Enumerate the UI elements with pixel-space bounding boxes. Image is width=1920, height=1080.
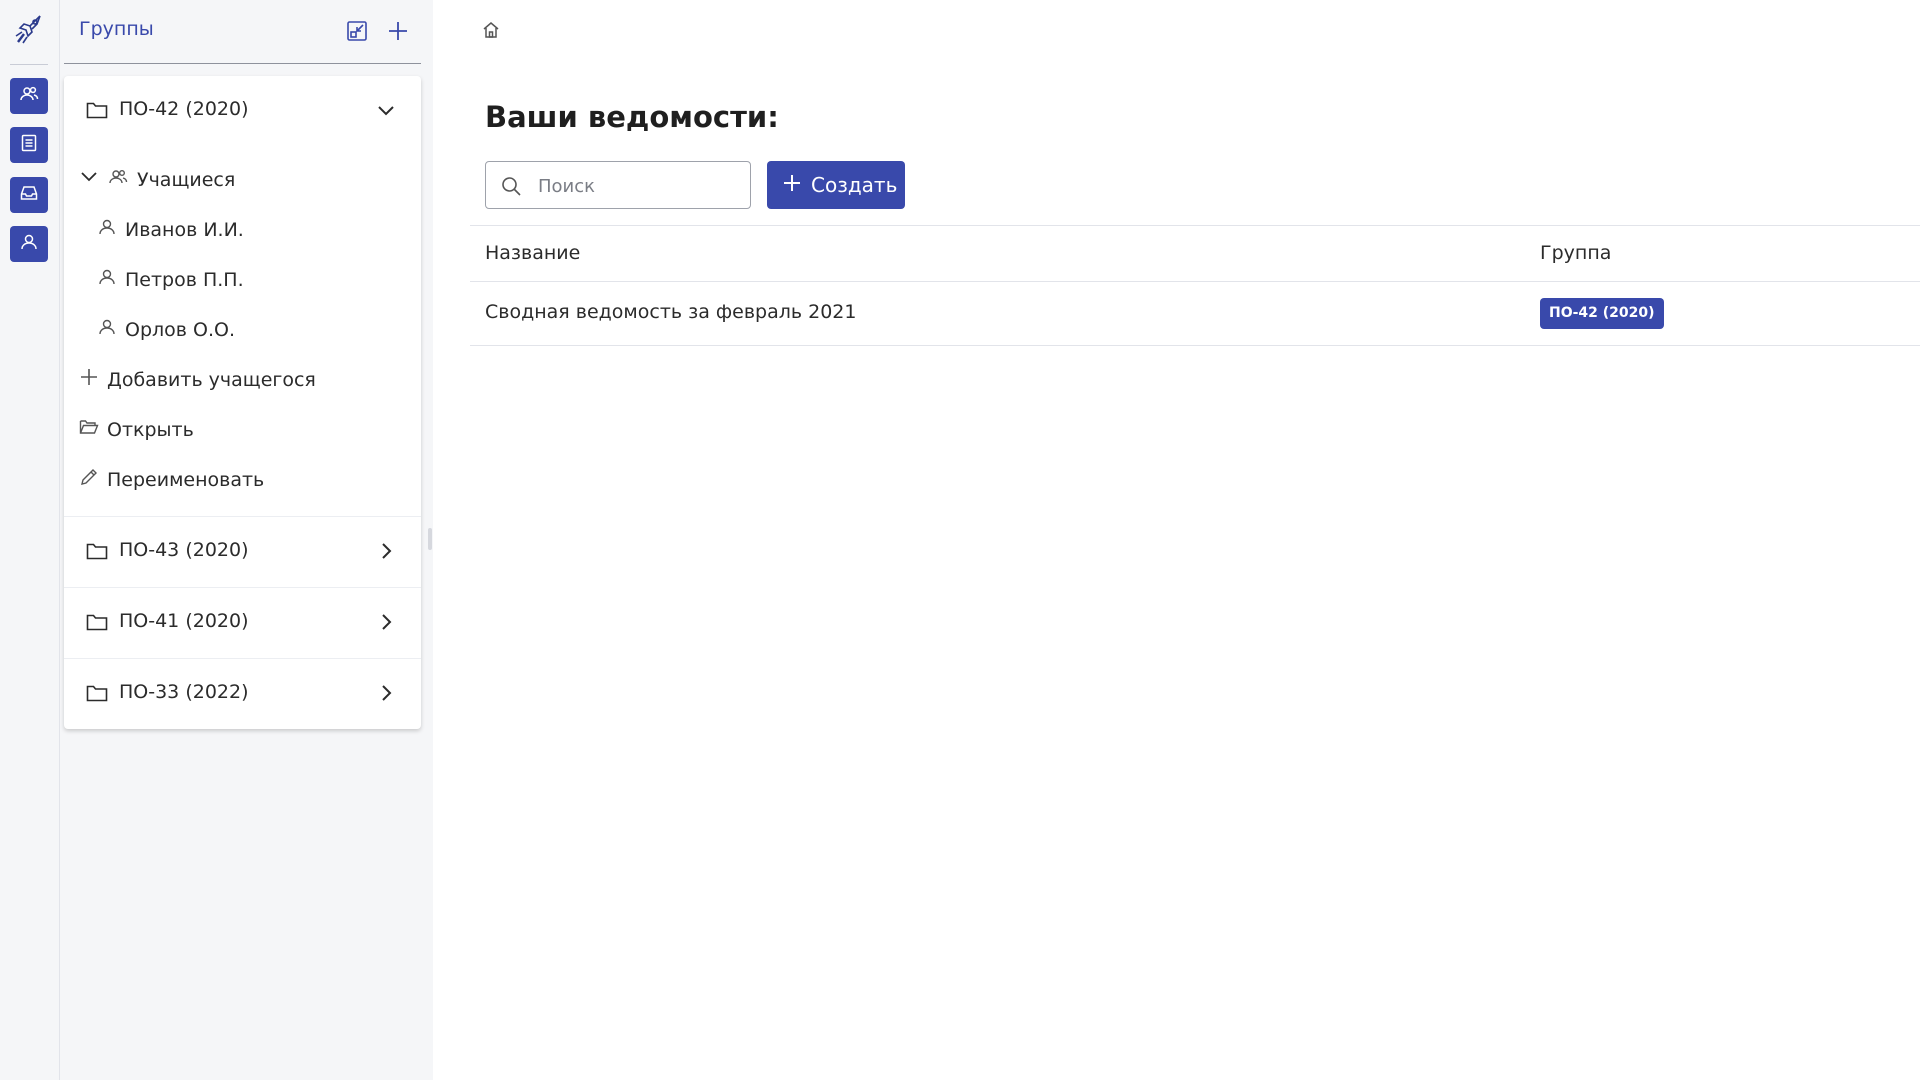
student-name: Петров П.П.: [125, 268, 244, 291]
folder-open-icon: [79, 417, 107, 442]
create-label: Создать: [811, 173, 898, 197]
folder-icon: [86, 100, 108, 124]
main-content: Ваши ведомости: Создать Название Группа …: [433, 0, 1920, 1080]
groups-panel-title: Группы: [79, 18, 154, 40]
rail-separator: [10, 64, 48, 65]
table-header: Название Группа: [470, 225, 1920, 282]
sheet-name-cell: Сводная ведомость за февраль 2021: [485, 301, 857, 323]
students-toggle[interactable]: Учащиеся: [79, 167, 235, 192]
collapse-panel-icon[interactable]: [344, 18, 370, 44]
home-icon[interactable]: [481, 20, 501, 44]
groups-panel: Группы ПО-42 (2020) Учащиеся Иванов И.И.…: [60, 0, 433, 1080]
user-icon: [97, 267, 125, 292]
folder-icon: [86, 541, 108, 565]
group-row-po-42[interactable]: ПО-42 (2020): [64, 76, 421, 146]
students-label: Учащиеся: [137, 168, 236, 191]
create-button[interactable]: Создать: [767, 161, 905, 209]
column-header-name[interactable]: Название: [485, 242, 580, 264]
folder-icon: [86, 683, 108, 707]
student-item[interactable]: Иванов И.И.: [97, 217, 244, 242]
rename-label: Переименовать: [107, 468, 265, 491]
rail-groups-button[interactable]: [10, 78, 48, 114]
student-item[interactable]: Петров П.П.: [97, 267, 244, 292]
page-title: Ваши ведомости:: [485, 100, 779, 134]
user-icon: [97, 317, 125, 342]
groups-list: ПО-42 (2020) Учащиеся Иванов И.И. Петров…: [64, 76, 421, 729]
group-label: ПО-43 (2020): [119, 539, 249, 561]
group-row-po-33[interactable]: ПО-33 (2022): [64, 659, 421, 729]
folder-icon: [86, 612, 108, 636]
column-header-group[interactable]: Группа: [1540, 242, 1611, 264]
search-input[interactable]: [536, 172, 740, 200]
chevron-right-icon[interactable]: [375, 682, 397, 708]
rail-inbox-button[interactable]: [10, 177, 48, 213]
group-label: ПО-42 (2020): [119, 98, 249, 120]
user-icon: [97, 217, 125, 242]
document-icon: [19, 133, 39, 157]
user-icon: [19, 232, 39, 256]
groups-panel-header: Группы: [64, 0, 421, 64]
sheets-table: Название Группа Сводная ведомость за фев…: [470, 225, 1920, 346]
group-row-po-43[interactable]: ПО-43 (2020): [64, 517, 421, 588]
group-item-expanded: ПО-42 (2020) Учащиеся Иванов И.И. Петров…: [64, 76, 421, 517]
add-student-label: Добавить учащегося: [107, 368, 316, 391]
rocket-logo-icon: [10, 10, 48, 48]
plus-icon: [781, 172, 811, 199]
rename-group-button[interactable]: Переименовать: [79, 467, 264, 492]
add-student-button[interactable]: Добавить учащегося: [79, 367, 316, 392]
group-row-po-41[interactable]: ПО-41 (2020): [64, 588, 421, 659]
rail-profile-button[interactable]: [10, 226, 48, 262]
group-badge: ПО-42 (2020): [1540, 298, 1664, 329]
inbox-icon: [19, 183, 39, 207]
users-icon: [19, 84, 39, 108]
pencil-icon: [79, 467, 107, 492]
open-group-button[interactable]: Открыть: [79, 417, 194, 442]
student-item[interactable]: Орлов О.О.: [97, 317, 235, 342]
group-label: ПО-33 (2022): [119, 681, 249, 703]
open-label: Открыть: [107, 418, 194, 441]
icon-rail: [0, 0, 60, 1080]
search-box: [485, 161, 751, 209]
chevron-down-icon: [79, 167, 107, 192]
panel-resize-handle[interactable]: [428, 528, 432, 550]
student-name: Орлов О.О.: [125, 318, 236, 341]
chevron-right-icon[interactable]: [375, 611, 397, 637]
add-group-icon[interactable]: [385, 18, 411, 44]
chevron-down-icon[interactable]: [375, 99, 397, 125]
table-row[interactable]: Сводная ведомость за февраль 2021 ПО-42 …: [470, 282, 1920, 346]
rail-sheets-button[interactable]: [10, 127, 48, 163]
group-label: ПО-41 (2020): [119, 610, 249, 632]
chevron-right-icon[interactable]: [375, 540, 397, 566]
plus-icon: [79, 367, 107, 392]
student-name: Иванов И.И.: [125, 218, 244, 241]
users-icon: [107, 167, 137, 192]
